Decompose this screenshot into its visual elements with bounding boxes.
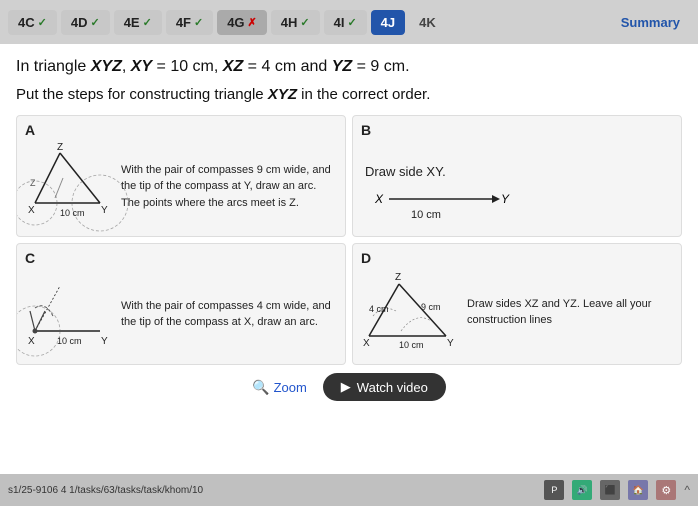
taskbar-chevron: ^ [684,483,690,497]
nav-item-4e[interactable]: 4E ✓ [114,10,162,35]
play-icon: ▶ [341,379,351,395]
zoom-label: Zoom [274,380,307,395]
nav-item-4f[interactable]: 4F ✓ [166,10,213,35]
nav-label-4d: 4D [71,15,88,30]
card-d-diagram: Z X Y 4 cm 9 cm 10 cm [361,266,461,346]
nav-item-4c[interactable]: 4C ✓ [8,10,57,35]
card-c-diagram: X Y 10 cm [25,266,115,346]
zoom-button[interactable]: 🔍 Zoom [252,373,307,401]
taskbar-icon-1[interactable]: P [544,480,564,500]
card-b-line-diagram: X Y [361,189,509,209]
svg-text:Z: Z [395,272,401,283]
check-icon-4d: ✓ [90,16,99,29]
taskbar-icon-2[interactable]: 🔊 [572,480,592,500]
card-a-content: Z X Y Z 10 cm With the pair of compasses… [25,128,337,228]
card-b-label: B [361,122,371,138]
svg-text:10 cm: 10 cm [399,340,424,350]
card-b-content: Draw side XY. X Y 10 cm [361,128,673,228]
check-icon-4h: ✓ [300,16,309,29]
svg-text:Z: Z [57,142,63,153]
svg-text:4 cm: 4 cm [369,304,389,314]
nav-label-4f: 4F [176,15,191,30]
card-c-svg: X Y 10 cm [25,266,115,346]
taskbar-url: s1/25-9106 4 1/tasks/63/tasks/task/khom/… [8,485,203,496]
svg-text:10 cm: 10 cm [60,208,85,218]
svg-text:Z: Z [30,178,36,188]
card-c[interactable]: C X [16,243,346,365]
nav-label-summary: Summary [621,15,680,30]
card-b-line-svg [387,189,497,209]
taskbar-icon-5[interactable]: ⚙ [656,480,676,500]
card-b[interactable]: B Draw side XY. X Y 10 cm [352,115,682,237]
taskbar: s1/25-9106 4 1/tasks/63/tasks/task/khom/… [0,474,698,506]
check-icon-4i: ✓ [347,16,356,29]
card-c-text: With the pair of compasses 4 cm wide, an… [115,282,337,331]
taskbar-icons: P 🔊 ⬛ 🏠 ⚙ ^ [544,480,690,500]
watch-label: Watch video [357,380,428,395]
cards-grid: A Z X Y Z [16,115,682,365]
svg-text:X: X [28,205,35,216]
nav-item-4h[interactable]: 4H ✓ [271,10,320,35]
card-a-svg: Z X Y Z 10 cm [25,138,115,218]
svg-text:Y: Y [101,205,108,216]
nav-label-4j: 4J [381,15,395,30]
svg-text:9 cm: 9 cm [421,302,441,312]
taskbar-icon-4[interactable]: 🏠 [628,480,648,500]
nav-label-4e: 4E [124,15,140,30]
card-b-y-label: Y [501,192,509,206]
nav-label-4h: 4H [281,15,298,30]
card-a[interactable]: A Z X Y Z [16,115,346,237]
watch-video-button[interactable]: ▶ Watch video [323,373,446,401]
card-d-content: Z X Y 4 cm 9 cm 10 cm Draw sides XZ and … [361,256,673,356]
nav-item-summary[interactable]: Summary [611,10,690,35]
svg-text:Y: Y [447,338,454,349]
nav-item-4k[interactable]: 4K [409,10,446,35]
top-navigation: 4C ✓ 4D ✓ 4E ✓ 4F ✓ 4G ✗ 4H ✓ 4I ✓ 4J 4K… [0,0,698,44]
nav-label-4c: 4C [18,15,35,30]
x-icon-4g: ✗ [248,16,257,29]
card-d-text: Draw sides XZ and YZ. Leave all your con… [461,284,673,329]
nav-item-4d[interactable]: 4D ✓ [61,10,110,35]
card-c-content: X Y 10 cm With the pair of compasses 4 c… [25,256,337,356]
nav-label-4k: 4K [419,15,436,30]
card-c-label: C [25,250,35,266]
bottom-bar: 🔍 Zoom ▶ Watch video [16,373,682,401]
taskbar-icon-3[interactable]: ⬛ [600,480,620,500]
card-b-x-label: X [375,192,383,206]
card-d-label: D [361,250,371,266]
problem-line1: In triangle XYZ, XY = 10 cm, XZ = 4 cm a… [16,56,682,78]
zoom-icon: 🔍 [252,379,269,396]
nav-item-4g[interactable]: 4G ✗ [217,10,267,35]
card-d-svg: Z X Y 4 cm 9 cm 10 cm [361,266,461,351]
instruction-text: Put the steps for constructing triangle … [16,84,682,105]
card-d[interactable]: D Z X Y [352,243,682,365]
check-icon-4f: ✓ [194,16,203,29]
svg-text:10 cm: 10 cm [57,336,82,346]
main-content: In triangle XYZ, XY = 10 cm, XZ = 4 cm a… [0,44,698,506]
check-icon-4e: ✓ [143,16,152,29]
nav-label-4i: 4I [334,15,345,30]
card-b-text: Draw side XY. [361,148,446,179]
nav-label-4g: 4G [227,15,244,30]
svg-text:Y: Y [101,336,108,347]
card-a-label: A [25,122,35,138]
nav-item-4j[interactable]: 4J [371,10,405,35]
card-a-text: With the pair of compasses 9 cm wide, an… [115,146,337,212]
card-b-measure: 10 cm [361,209,441,221]
svg-text:X: X [28,336,35,347]
card-a-diagram: Z X Y Z 10 cm [25,138,115,218]
check-icon-4c: ✓ [38,16,47,29]
nav-item-4i[interactable]: 4I ✓ [324,10,367,35]
svg-text:X: X [363,338,370,349]
